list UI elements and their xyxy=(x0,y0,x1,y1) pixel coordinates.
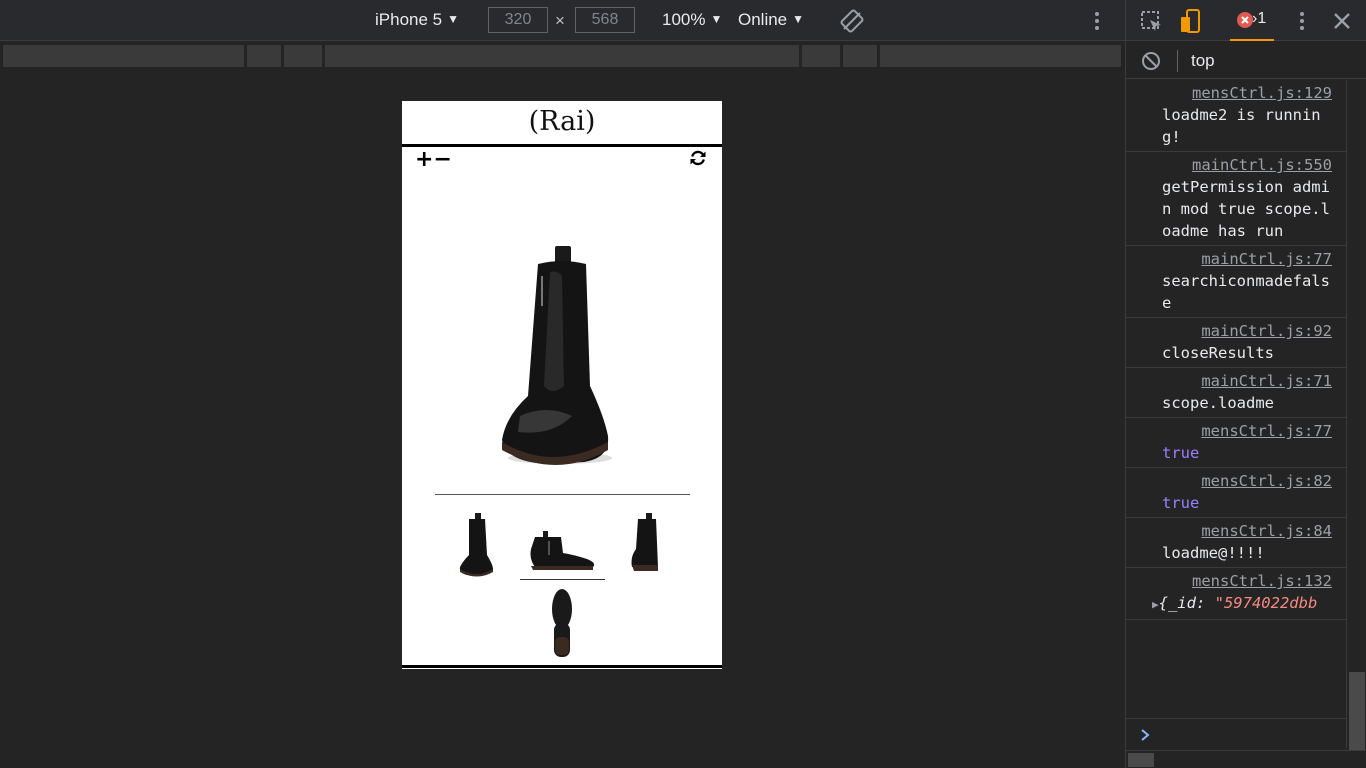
kebab-menu-icon[interactable] xyxy=(1293,10,1311,32)
triangle-down-icon: ▼ xyxy=(710,12,723,26)
media-query-segment[interactable] xyxy=(3,45,244,67)
console-message: mainCtrl.js:77 searchiconmadefalse xyxy=(1126,246,1346,318)
console-message-text: loadme@!!!! xyxy=(1162,544,1265,562)
footer-rule xyxy=(402,665,722,668)
device-toolbar: iPhone 5 ▼ 320 × 568 100% ▼ Online ▼ xyxy=(0,0,1125,41)
zoom-select[interactable]: 100% ▼ xyxy=(662,10,722,30)
product-thumbnail-back[interactable] xyxy=(628,511,662,573)
console-message-text: scope.loadme xyxy=(1162,394,1274,412)
media-query-bar[interactable] xyxy=(0,42,1125,70)
console-message: mensCtrl.js:132 ▶{_id: "5974022dbb xyxy=(1126,568,1346,620)
console-source-link[interactable]: mensCtrl.js:82 xyxy=(1162,470,1336,492)
console-context-bar: top xyxy=(1126,42,1366,79)
device-select[interactable]: iPhone 5 ▼ xyxy=(375,10,459,30)
divider xyxy=(435,494,690,495)
console-message: mensCtrl.js:129 loadme2 is running! xyxy=(1126,80,1346,152)
zoom-controls: +− xyxy=(415,148,452,172)
console-message-text: true xyxy=(1162,494,1200,512)
toolbar-divider xyxy=(1177,50,1178,72)
context-select[interactable]: top xyxy=(1191,51,1215,71)
media-query-segment[interactable] xyxy=(843,45,877,67)
device-toggle-icon[interactable] xyxy=(1179,8,1205,34)
triangle-down-icon: ▼ xyxy=(447,12,460,26)
kebab-menu-icon[interactable] xyxy=(1088,10,1106,32)
media-query-segment[interactable] xyxy=(284,45,322,67)
media-query-segment[interactable] xyxy=(325,45,799,67)
media-query-segment[interactable] xyxy=(247,45,281,67)
inspect-element-icon[interactable] xyxy=(1138,8,1164,34)
console-source-link[interactable]: mensCtrl.js:129 xyxy=(1162,82,1336,104)
scrollbar-thumb[interactable] xyxy=(1128,753,1154,767)
console-object[interactable]: ▶{_id: "5974022dbb xyxy=(1152,592,1336,616)
device-label: iPhone 5 xyxy=(375,10,443,29)
product-thumbnail-front[interactable] xyxy=(457,511,497,577)
triangle-down-icon: ▼ xyxy=(792,12,805,26)
zoom-in-button[interactable]: + xyxy=(415,147,433,172)
close-icon[interactable] xyxy=(1332,11,1352,31)
product-thumbnail-side[interactable] xyxy=(527,529,597,573)
console-message-text: closeResults xyxy=(1162,344,1274,362)
browser-window: iPhone 5 ▼ 320 × 568 100% ▼ Online ▼ (Rai) xyxy=(0,0,1366,768)
devtools-toolbar: ›1 xyxy=(1126,0,1366,41)
console-source-link[interactable]: mainCtrl.js:71 xyxy=(1162,370,1336,392)
chevron-right-icon xyxy=(1141,729,1150,741)
console-scrollbar[interactable] xyxy=(1346,80,1366,750)
scrollbar-thumb[interactable] xyxy=(1349,672,1365,750)
console-message: mensCtrl.js:84 loadme@!!!! xyxy=(1126,518,1346,568)
devtools-panel: ›1 top mensCtrl.js:129 loadme2 is running… xyxy=(1125,0,1366,768)
console-message-text: searchiconmadefalse xyxy=(1162,272,1330,312)
console-message: mensCtrl.js:77 true xyxy=(1126,418,1346,468)
error-badge[interactable]: ›1 xyxy=(1230,0,1274,41)
console-message: mensCtrl.js:82 true xyxy=(1126,468,1346,518)
console-message-text: true xyxy=(1162,444,1200,462)
rotate-icon[interactable] xyxy=(840,9,864,33)
clear-console-icon[interactable] xyxy=(1141,51,1161,71)
console-message: mainCtrl.js:92 closeResults xyxy=(1126,318,1346,368)
object-value: "5974022dbb xyxy=(1214,594,1318,612)
horizontal-scrollbar[interactable] xyxy=(1126,750,1366,768)
console-source-link[interactable]: mainCtrl.js:92 xyxy=(1162,320,1336,342)
dimension-separator: × xyxy=(555,11,565,30)
width-input[interactable]: 320 xyxy=(488,7,548,33)
brand-logo[interactable]: (Rai) xyxy=(402,101,722,147)
console-log: mensCtrl.js:129 loadme2 is running! mainCt… xyxy=(1126,80,1346,718)
console-source-link[interactable]: mainCtrl.js:550 xyxy=(1162,154,1336,176)
network-label: Online xyxy=(738,10,788,29)
height-input[interactable]: 568 xyxy=(575,7,635,33)
error-count: ›1 xyxy=(1252,10,1267,27)
refresh-icon[interactable] xyxy=(689,149,707,167)
expand-triangle-icon[interactable]: ▶ xyxy=(1152,598,1159,611)
console-source-link[interactable]: mensCtrl.js:132 xyxy=(1162,570,1336,592)
console-message: mainCtrl.js:71 scope.loadme xyxy=(1126,368,1346,418)
product-main-image[interactable] xyxy=(492,236,632,476)
console-message-text: loadme2 is running! xyxy=(1162,106,1321,146)
media-query-segment[interactable] xyxy=(802,45,840,67)
console-source-link[interactable]: mensCtrl.js:77 xyxy=(1162,420,1336,442)
object-key: {_id: xyxy=(1158,594,1215,612)
product-thumbnail-sole[interactable] xyxy=(549,587,575,659)
console-source-link[interactable]: mainCtrl.js:77 xyxy=(1162,248,1336,270)
network-select[interactable]: Online ▼ xyxy=(738,10,804,30)
zoom-out-button[interactable]: − xyxy=(433,147,451,172)
device-viewport: (Rai) +− xyxy=(402,101,722,669)
console-message: mainCtrl.js:550 getPermission admin mod t… xyxy=(1126,152,1346,246)
zoom-label: 100% xyxy=(662,10,706,29)
console-prompt[interactable] xyxy=(1126,718,1346,750)
console-source-link[interactable]: mensCtrl.js:84 xyxy=(1162,520,1336,542)
console-message-text: getPermission admin mod true scope.loadm… xyxy=(1162,178,1330,240)
media-query-segment[interactable] xyxy=(880,45,1121,67)
selected-thumbnail-indicator xyxy=(520,579,605,580)
